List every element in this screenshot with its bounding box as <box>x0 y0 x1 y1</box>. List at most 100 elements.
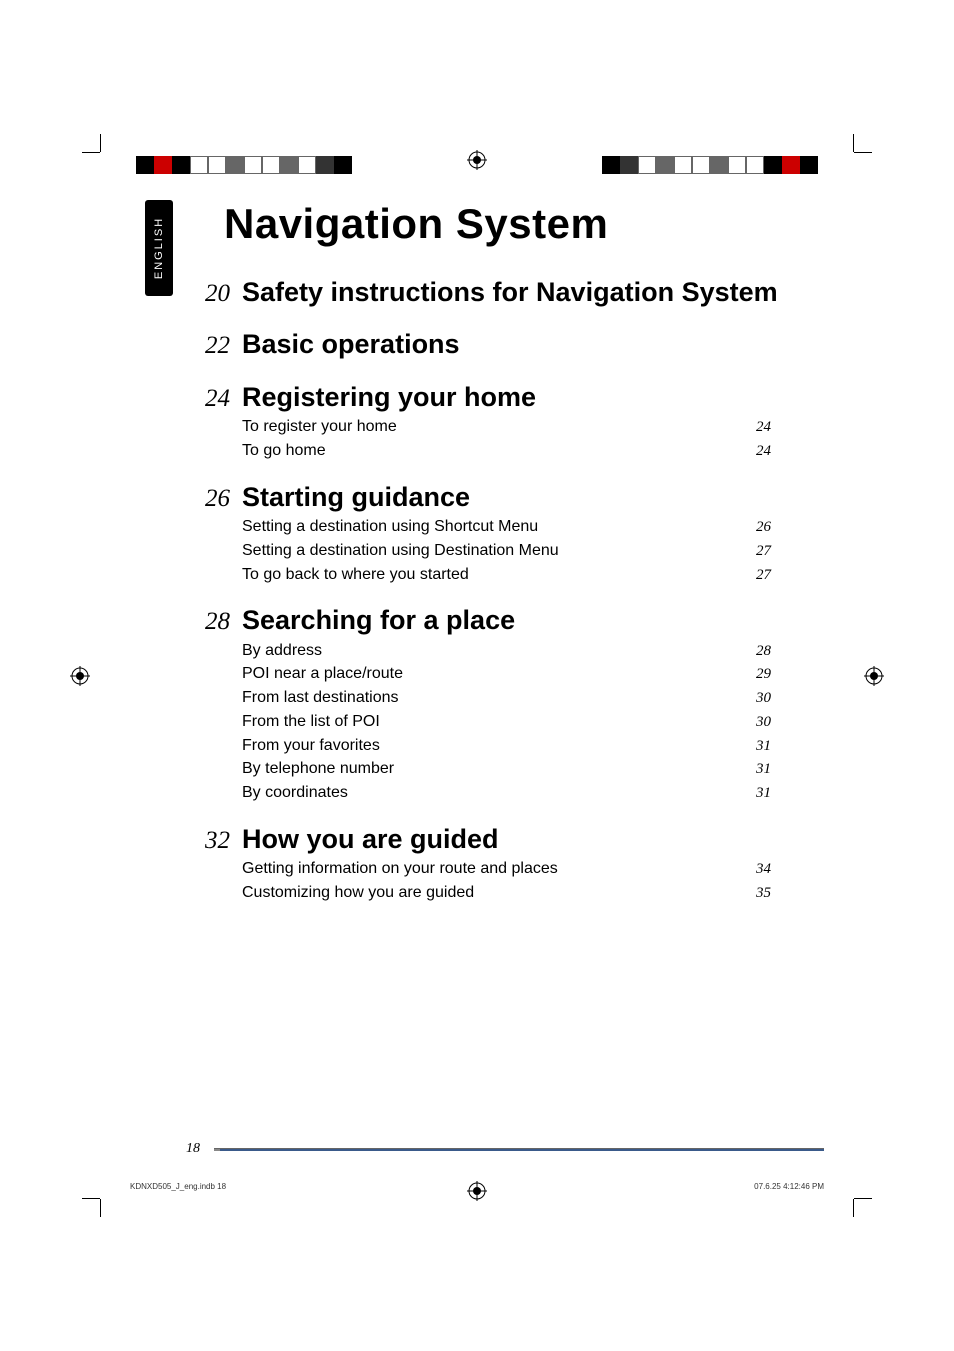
toc-sub-page: 24 <box>756 417 806 439</box>
crop-mark <box>100 134 101 152</box>
crop-mark <box>853 134 854 152</box>
toc-section-title: Registering your home <box>242 381 806 413</box>
swatch <box>154 156 172 174</box>
toc-section-body: Safety instructions for Navigation Syste… <box>242 276 806 324</box>
toc-sub-label: Getting information on your route and pl… <box>242 857 558 880</box>
page-title: Navigation System <box>224 200 806 248</box>
toc-sub-item: To go home24 <box>242 439 806 463</box>
toc-sub-label: By telephone number <box>242 757 394 780</box>
crop-mark <box>854 1198 872 1199</box>
toc-section-body: Starting guidanceSetting a destination u… <box>242 481 806 601</box>
swatch <box>620 156 638 174</box>
toc-sub-item: To go back to where you started 27 <box>242 563 806 587</box>
toc-sub-item: Setting a destination using Shortcut Men… <box>242 515 806 539</box>
toc-section-page: 28 <box>186 604 242 636</box>
toc-sub-item: By address 28 <box>242 639 806 663</box>
toc-content: Navigation System 20Safety instructions … <box>186 200 806 923</box>
crop-mark <box>82 152 100 153</box>
swatch <box>692 156 710 174</box>
color-calibration-bar <box>602 156 818 174</box>
swatch <box>656 156 674 174</box>
toc-section-body: How you are guidedGetting information on… <box>242 823 806 919</box>
toc-section-page: 32 <box>186 823 242 855</box>
swatch <box>316 156 334 174</box>
swatch <box>638 156 656 174</box>
toc-sub-item: From your favorites 31 <box>242 734 806 758</box>
toc-sub-list: By address28POI near a place/route29From… <box>242 639 806 805</box>
crop-mark <box>853 1199 854 1217</box>
swatch <box>136 156 154 174</box>
swatch <box>334 156 352 174</box>
footer-rule <box>214 1148 824 1151</box>
toc-sub-label: By address <box>242 639 322 662</box>
swatch <box>746 156 764 174</box>
swatch <box>764 156 782 174</box>
swatch <box>298 156 316 174</box>
toc-sub-label: POI near a place/route <box>242 662 403 685</box>
swatch <box>602 156 620 174</box>
toc-section-body: Searching for a place By address 28 POI nea… <box>242 604 806 819</box>
toc-sub-label: To go home <box>242 439 326 462</box>
language-tab: ENGLISH <box>145 200 173 296</box>
swatch <box>172 156 190 174</box>
toc-sub-item: To register your home24 <box>242 415 806 439</box>
toc-section: 20Safety instructions for Navigation Sys… <box>186 276 806 324</box>
swatch <box>208 156 226 174</box>
toc-section: 32How you are guidedGetting information … <box>186 823 806 919</box>
swatch <box>190 156 208 174</box>
registration-mark-icon <box>70 666 90 686</box>
swatch <box>280 156 298 174</box>
toc-section-page: 20 <box>186 276 242 308</box>
toc-sub-page: 28 <box>756 641 806 663</box>
swatch <box>244 156 262 174</box>
color-calibration-bar <box>136 156 352 174</box>
print-timestamp: 07.6.25 4:12:46 PM <box>754 1182 824 1191</box>
toc-sub-label: Setting a destination using Destination … <box>242 539 559 562</box>
toc-sub-item: By telephone number 31 <box>242 757 806 781</box>
swatch <box>800 156 818 174</box>
toc-sub-list: To register your home24To go home24 <box>242 415 806 463</box>
toc-section-title: Safety instructions for Navigation Syste… <box>242 276 806 308</box>
toc-sub-list: Getting information on your route and pl… <box>242 857 806 905</box>
swatch <box>226 156 244 174</box>
page-number: 18 <box>186 1141 200 1157</box>
toc-sub-label: From your favorites <box>242 734 380 757</box>
toc-sub-item: From last destinations30 <box>242 686 806 710</box>
toc-sub-page: 29 <box>756 664 806 686</box>
toc-sub-page: 26 <box>756 517 806 539</box>
swatch <box>674 156 692 174</box>
toc-section-page: 26 <box>186 481 242 513</box>
toc-sub-label: By coordinates <box>242 781 348 804</box>
toc-section-body: Registering your homeTo register your ho… <box>242 381 806 477</box>
print-file-label: KDNXD505_J_eng.indb 18 <box>130 1182 226 1191</box>
registration-mark-icon <box>467 150 487 170</box>
toc-section-page: 24 <box>186 381 242 413</box>
toc-section: 24Registering your homeTo register your … <box>186 381 806 477</box>
swatch <box>262 156 280 174</box>
toc-sub-label: From last destinations <box>242 686 399 709</box>
toc-sub-label: To go back to where you started <box>242 563 469 586</box>
toc-sub-item: Setting a destination using Destination … <box>242 539 806 563</box>
toc-section: 26Starting guidanceSetting a destination… <box>186 481 806 601</box>
registration-mark-icon <box>864 666 884 686</box>
swatch <box>728 156 746 174</box>
print-metadata: KDNXD505_J_eng.indb 18 07.6.25 4:12:46 P… <box>130 1182 824 1191</box>
toc-section-title: Searching for a place <box>242 604 806 636</box>
crop-mark <box>854 152 872 153</box>
toc-section-title: How you are guided <box>242 823 806 855</box>
swatch <box>782 156 800 174</box>
toc-sub-page: 31 <box>756 759 806 781</box>
toc-sub-item: By coordinates 31 <box>242 781 806 805</box>
toc-sub-page: 31 <box>756 736 806 758</box>
toc-sub-page: 27 <box>756 565 806 587</box>
toc-section: 28Searching for a placeBy address28POI n… <box>186 604 806 819</box>
toc-sub-label: Setting a destination using Shortcut Men… <box>242 515 538 538</box>
toc-sub-page: 31 <box>756 783 806 805</box>
crop-mark <box>82 1198 100 1199</box>
crop-mark <box>100 1199 101 1217</box>
toc-section-page: 22 <box>186 328 242 360</box>
language-tab-label: ENGLISH <box>153 217 165 279</box>
swatch <box>710 156 728 174</box>
toc-section-title: Basic operations <box>242 328 806 360</box>
toc-section: 22Basic operations <box>186 328 806 376</box>
